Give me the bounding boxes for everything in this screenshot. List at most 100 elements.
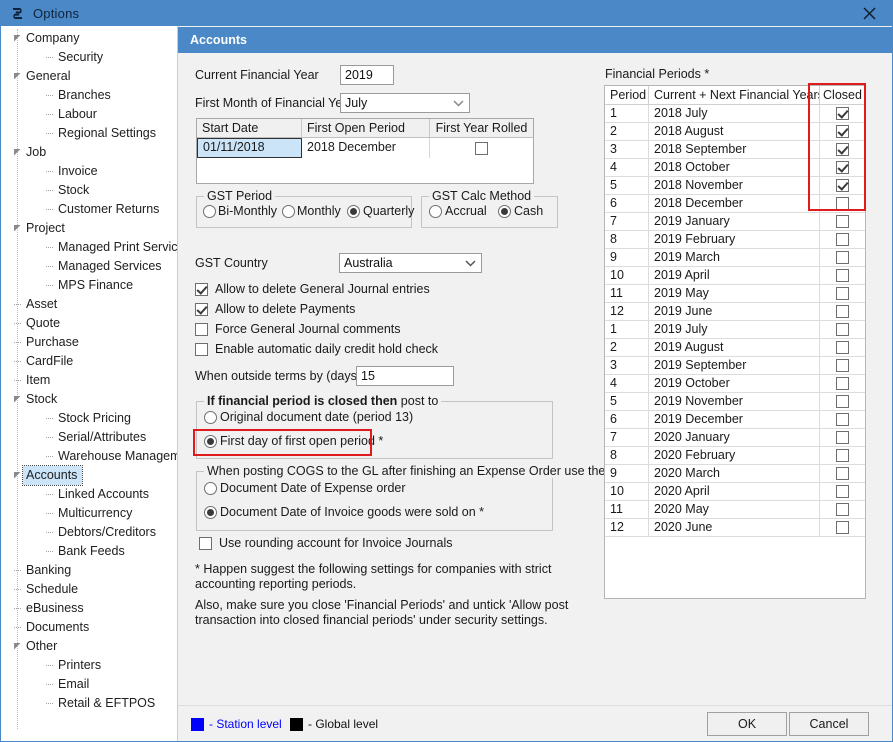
ok-button[interactable]: OK [707,712,787,736]
table-row[interactable]: 42018 October [605,159,865,177]
checkbox-allow-delete-payments[interactable]: Allow to delete Payments [195,302,355,316]
sidebar-item-customer-returns[interactable]: Customer Returns [1,200,177,219]
sidebar-item-asset[interactable]: Asset [1,295,177,314]
sidebar-item-job[interactable]: Job [1,143,177,162]
expand-arrow-icon[interactable] [12,67,23,86]
sidebar-item-managed-print-services[interactable]: Managed Print Services [1,238,177,257]
cell-closed[interactable] [820,501,865,519]
table-row[interactable]: 32018 September [605,141,865,159]
table-row[interactable]: 01/11/2018 2018 December [197,138,533,158]
closed-checkbox[interactable] [836,323,849,336]
closed-checkbox[interactable] [836,521,849,534]
sidebar-item-quote[interactable]: Quote [1,314,177,333]
sidebar-item-retail-eftpos[interactable]: Retail & EFTPOS [1,694,177,713]
closed-checkbox[interactable] [836,107,849,120]
cell-start-date[interactable]: 01/11/2018 [197,138,302,158]
sidebar-item-stock[interactable]: Stock [1,390,177,409]
cogs-option-expense-order[interactable]: Document Date of Expense order [204,481,406,495]
table-row[interactable]: 12018 July [605,105,865,123]
sidebar-item-branches[interactable]: Branches [1,86,177,105]
sidebar-item-general[interactable]: General [1,67,177,86]
gst-country-select[interactable]: Australia [339,253,482,273]
table-row[interactable]: 22019 August [605,339,865,357]
closed-checkbox[interactable] [836,503,849,516]
closed-checkbox[interactable] [836,233,849,246]
cell-closed[interactable] [820,141,865,159]
closed-checkbox[interactable] [836,161,849,174]
sidebar-item-bank-feeds[interactable]: Bank Feeds [1,542,177,561]
expand-arrow-icon[interactable] [12,390,23,409]
closed-checkbox[interactable] [836,305,849,318]
table-row[interactable]: 102020 April [605,483,865,501]
force-gj-comments-checkbox[interactable] [195,323,208,336]
financial-periods-table[interactable]: Period Current + Next Financial Years Cl… [604,85,866,599]
sidebar-item-stock[interactable]: Stock [1,181,177,200]
cell-closed[interactable] [820,375,865,393]
closed-checkbox[interactable] [836,179,849,192]
radio-original-document-date[interactable] [204,411,217,424]
sidebar-item-mps-finance[interactable]: MPS Finance [1,276,177,295]
cell-closed[interactable] [820,447,865,465]
first-year-rolled-checkbox[interactable] [475,142,488,155]
closed-checkbox[interactable] [836,215,849,228]
table-row[interactable]: 92020 March [605,465,865,483]
table-row[interactable]: 42019 October [605,375,865,393]
allow-delete-payments-checkbox[interactable] [195,303,208,316]
cell-closed[interactable] [820,285,865,303]
cell-first-year-rolled[interactable] [430,138,533,158]
settings-tree[interactable]: CompanySecurityGeneralBranchesLabourRegi… [1,26,178,741]
radio-cash[interactable] [498,205,511,218]
table-row[interactable]: 62019 December [605,411,865,429]
sidebar-item-regional-settings[interactable]: Regional Settings [1,124,177,143]
checkbox-auto-credit-hold[interactable]: Enable automatic daily credit hold check [195,342,438,356]
radio-quarterly[interactable] [347,205,360,218]
closed-checkbox[interactable] [836,251,849,264]
sidebar-item-other[interactable]: Other [1,637,177,656]
closed-period-option-first-day[interactable]: First day of first open period * [204,434,383,448]
closed-checkbox[interactable] [836,143,849,156]
closed-checkbox[interactable] [836,431,849,444]
cell-closed[interactable] [820,213,865,231]
checkbox-allow-delete-gj[interactable]: Allow to delete General Journal entries [195,282,430,296]
gst-calc-option-cash[interactable]: Cash [498,204,543,218]
checkbox-force-gj-comments[interactable]: Force General Journal comments [195,322,401,336]
auto-credit-hold-checkbox[interactable] [195,343,208,356]
sidebar-item-banking[interactable]: Banking [1,561,177,580]
table-row[interactable]: 122020 June [605,519,865,537]
sidebar-item-security[interactable]: Security [1,48,177,67]
closed-checkbox[interactable] [836,467,849,480]
close-icon[interactable] [846,1,892,26]
cell-closed[interactable] [820,483,865,501]
sidebar-item-labour[interactable]: Labour [1,105,177,124]
sidebar-item-linked-accounts[interactable]: Linked Accounts [1,485,177,504]
table-row[interactable]: 112019 May [605,285,865,303]
sidebar-item-stock-pricing[interactable]: Stock Pricing [1,409,177,428]
sidebar-item-company[interactable]: Company [1,29,177,48]
closed-period-option-original[interactable]: Original document date (period 13) [204,410,413,424]
use-rounding-account-checkbox[interactable] [199,537,212,550]
table-row[interactable]: 112020 May [605,501,865,519]
sidebar-item-project[interactable]: Project [1,219,177,238]
cell-closed[interactable] [820,393,865,411]
sidebar-item-debtors-creditors[interactable]: Debtors/Creditors [1,523,177,542]
sidebar-item-warehouse-management[interactable]: Warehouse Management [1,447,177,466]
sidebar-item-schedule[interactable]: Schedule [1,580,177,599]
sidebar-item-email[interactable]: Email [1,675,177,694]
outside-terms-input[interactable]: 15 [356,366,454,386]
closed-checkbox[interactable] [836,125,849,138]
cell-closed[interactable] [820,411,865,429]
sidebar-item-multicurrency[interactable]: Multicurrency [1,504,177,523]
cell-first-open-period[interactable]: 2018 December [302,138,430,158]
sidebar-item-accounts[interactable]: Accounts [1,466,177,485]
cell-closed[interactable] [820,231,865,249]
sidebar-item-invoice[interactable]: Invoice [1,162,177,181]
sidebar-item-printers[interactable]: Printers [1,656,177,675]
table-row[interactable]: 102019 April [605,267,865,285]
closed-checkbox[interactable] [836,449,849,462]
cell-closed[interactable] [820,357,865,375]
checkbox-use-rounding-account[interactable]: Use rounding account for Invoice Journal… [199,536,452,550]
sidebar-item-ebusiness[interactable]: eBusiness [1,599,177,618]
sidebar-item-purchase[interactable]: Purchase [1,333,177,352]
cell-closed[interactable] [820,177,865,195]
cogs-option-invoice[interactable]: Document Date of Invoice goods were sold… [204,505,484,519]
